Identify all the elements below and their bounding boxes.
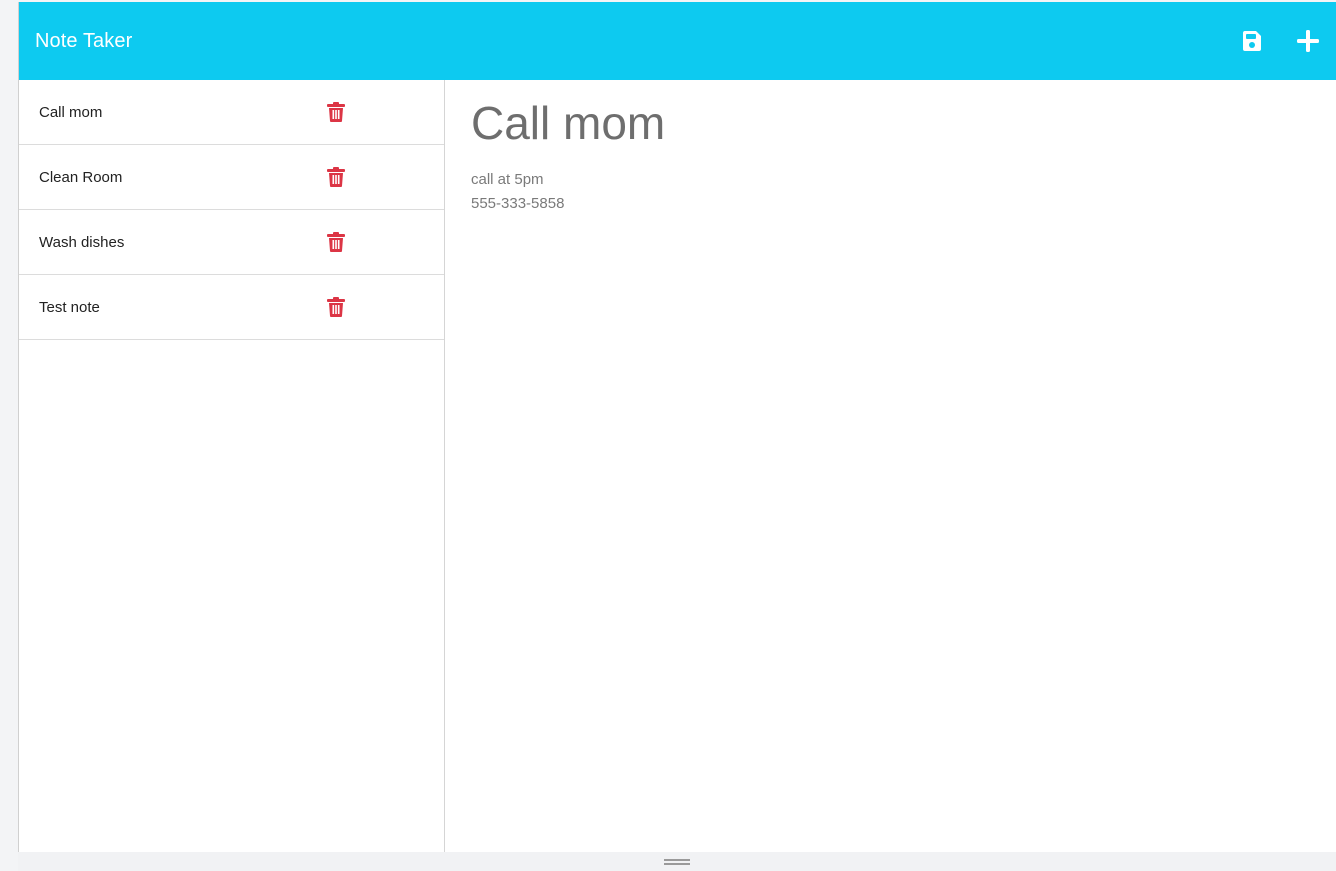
- resize-handle[interactable]: [664, 859, 690, 865]
- app-title: Note Taker: [35, 29, 133, 52]
- note-list: Call mom Clean Room Wash dishes Test not…: [19, 80, 444, 340]
- note-text-area[interactable]: call at 5pm 555-333-5858: [471, 168, 1310, 216]
- resize-bar: [18, 852, 1336, 871]
- trash-icon[interactable]: [327, 297, 345, 317]
- trash-icon[interactable]: [327, 102, 345, 122]
- navbar-actions: [1240, 29, 1320, 53]
- note-title-input[interactable]: Call mom: [471, 96, 1310, 150]
- notes-sidebar: Call mom Clean Room Wash dishes Test not…: [19, 80, 445, 852]
- trash-icon[interactable]: [327, 167, 345, 187]
- navbar: Note Taker: [19, 2, 1336, 80]
- note-editor: Call mom call at 5pm 555-333-5858: [445, 80, 1336, 852]
- note-body-line: 555-333-5858: [471, 195, 565, 212]
- plus-icon[interactable]: [1296, 29, 1320, 53]
- note-title: Wash dishes: [39, 233, 125, 251]
- list-item[interactable]: Clean Room: [19, 145, 444, 210]
- trash-icon[interactable]: [327, 232, 345, 252]
- list-item[interactable]: Wash dishes: [19, 210, 444, 275]
- note-title: Clean Room: [39, 168, 123, 186]
- note-body-line: call at 5pm: [471, 171, 544, 188]
- app-window: Note Taker Call mom Clean Room Wash dish…: [18, 2, 1336, 852]
- note-title: Call mom: [39, 103, 103, 121]
- save-icon[interactable]: [1240, 29, 1264, 53]
- note-title: Test note: [39, 298, 100, 316]
- list-item[interactable]: Test note: [19, 275, 444, 340]
- list-item[interactable]: Call mom: [19, 80, 444, 145]
